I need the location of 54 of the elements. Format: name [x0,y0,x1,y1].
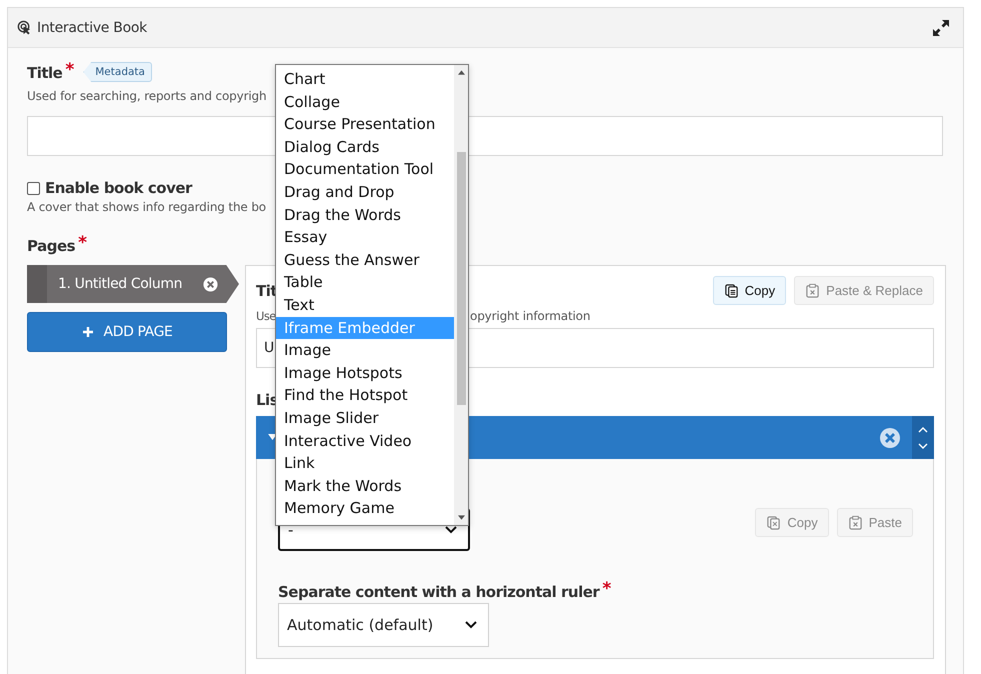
order-buttons[interactable] [912,416,934,459]
chevron-icon [445,526,457,534]
caret-icon[interactable] [268,434,277,441]
checkbox-label: Enable book cover [45,178,192,199]
copy-icon [724,283,739,298]
clipboard-icon [805,283,820,298]
close-icon[interactable] [203,276,218,292]
page-tab[interactable]: 1. Untitled Column [27,265,239,303]
scrollbar[interactable] [454,65,468,525]
field-label: Separate content with a horizontal ruler [278,582,600,603]
dropdown-option[interactable]: Essay [276,226,454,249]
dropdown-option[interactable]: Find the Hotspot [276,384,454,407]
required-mark: * [65,62,74,78]
dropdown-option[interactable]: Documentation Tool [276,158,454,181]
checkbox-description: A cover that shows info regarding the bo [27,199,266,215]
pages-label: Pages [27,236,76,257]
dropdown-option[interactable]: Text [276,294,454,317]
field-description: Used for searching, reports and copyrigh [27,88,266,104]
dropdown-option[interactable]: Mark the Words [276,474,454,498]
window-title: Interactive Book [37,20,147,36]
dropdown-option[interactable]: Image [276,339,454,362]
dropdown-option[interactable]: Table [276,271,454,294]
down-icon[interactable] [918,442,928,448]
metadata-tag[interactable]: Metadata [83,62,152,82]
scrollbar-thumb[interactable] [456,152,466,405]
down-arrow-icon[interactable] [458,515,464,520]
expand-icon[interactable] [931,18,951,38]
clipboard-icon [848,515,863,530]
dropdown-option[interactable]: Link [276,452,454,475]
dropdown-option[interactable]: Interactive Video [276,430,454,452]
required-mark: * [602,581,612,597]
up-arrow-icon[interactable] [458,70,464,75]
up-icon[interactable] [918,426,928,432]
dropdown-option[interactable]: Guess the Answer [276,248,454,272]
field-label: Title [27,63,62,84]
remove-icon[interactable] [880,428,900,448]
add-page-button[interactable]: ADD PAGE [27,312,227,352]
chevron-icon [465,621,477,629]
checkbox[interactable] [27,182,40,194]
dropdown-option[interactable]: Image Slider [276,406,454,430]
copy-icon [766,515,782,530]
field-description: Use [256,308,275,324]
dropdown-option[interactable]: Collage [276,90,454,114]
dropdown-option[interactable]: Drag and Drop [276,180,454,204]
required-mark: * [78,235,87,251]
copy-button[interactable]: Copy [712,276,786,305]
dropdown-option[interactable]: Course Presentation [276,113,454,136]
field-description: opyright information [470,308,590,324]
dropdown-option[interactable]: Drag the Words [276,204,454,226]
plus-icon [82,326,94,338]
dropdown-option[interactable]: Chart [276,68,454,91]
touch-icon [17,20,32,35]
dropdown-option[interactable]: Dialog Cards [276,136,454,158]
ruler-select[interactable]: Automatic (default) [278,603,489,647]
